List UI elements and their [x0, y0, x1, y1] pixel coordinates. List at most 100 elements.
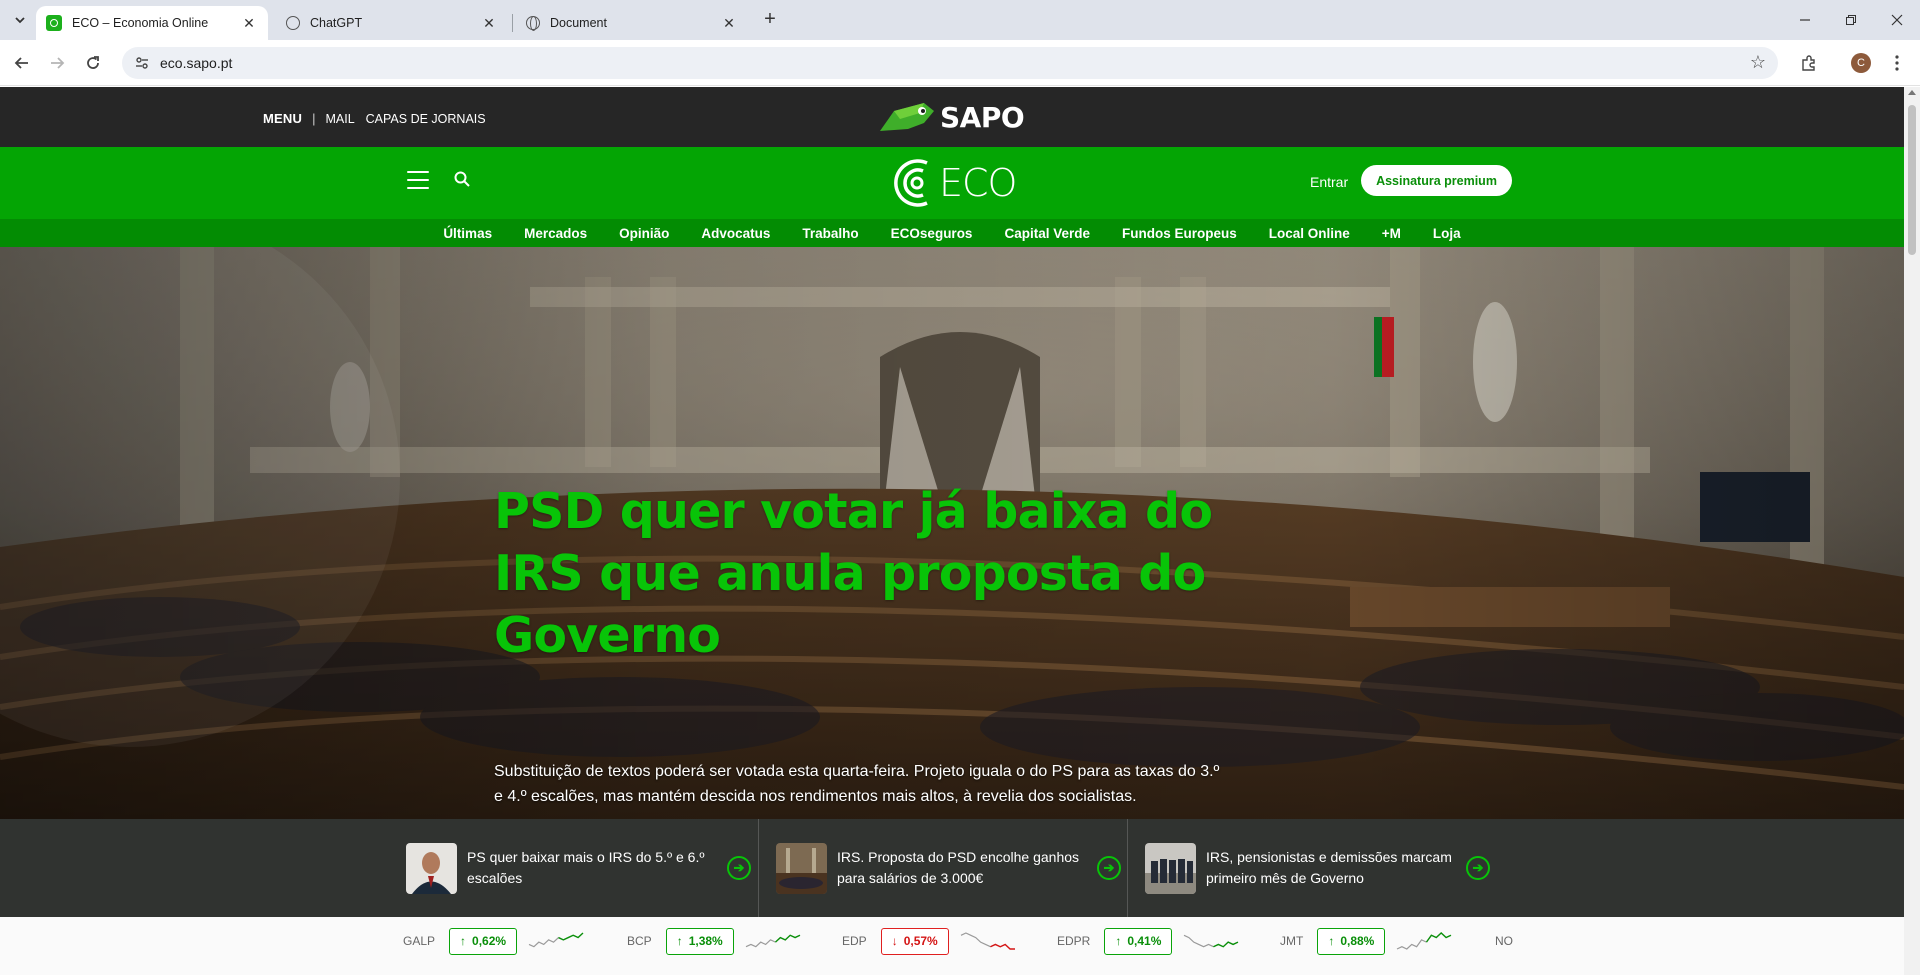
chatgpt-icon [286, 16, 300, 30]
sparkline-recent [558, 932, 584, 941]
extensions-icon[interactable] [1797, 51, 1821, 75]
more-options-icon[interactable] [1885, 51, 1909, 75]
sapo-logo-text: SAPO [940, 100, 1025, 134]
ticker-symbol: GALP [403, 934, 436, 948]
nav-capital-verde[interactable]: Capital Verde [988, 226, 1106, 241]
sparkline-recent [1213, 941, 1239, 948]
related-article-title: IRS. Proposta do PSD encolhe ganhos para… [837, 849, 1080, 886]
related-article-title: PS quer baixar mais o IRS do 5.º e 6.º e… [467, 849, 705, 886]
sparkline-recent [774, 934, 801, 943]
scrollbar-thumb[interactable] [1908, 105, 1916, 255]
nav-opiniao[interactable]: Opinião [603, 226, 685, 241]
sparkline-history [745, 939, 776, 948]
premium-subscription-button[interactable]: Assinatura premium [1361, 165, 1512, 196]
ticker-sparkline [1397, 932, 1452, 950]
eco-logo-mark-icon [894, 159, 928, 207]
sapo-menu-link[interactable]: MENU [263, 111, 302, 126]
ticker-change: 0,41% [1127, 934, 1162, 948]
close-icon[interactable]: ✕ [480, 15, 498, 32]
close-icon[interactable]: ✕ [720, 15, 738, 32]
page-scrollbar[interactable] [1904, 87, 1920, 975]
address-bar[interactable]: eco.sapo.pt ☆ [122, 47, 1778, 79]
browser-toolbar: eco.sapo.pt ☆ [0, 40, 1920, 86]
profile-avatar[interactable]: C [1851, 53, 1871, 73]
arrow-right-icon[interactable]: ➔ [727, 856, 751, 880]
eco-logo[interactable]: ECO [893, 157, 1017, 209]
related-article-card[interactable]: IRS. Proposta do PSD encolhe ganhos para… [776, 819, 1121, 917]
eco-favicon-icon [46, 15, 62, 31]
chevron-down-icon [15, 17, 25, 24]
ticker-item-jmt[interactable]: JMT ↑ 0,88% [1280, 927, 1453, 955]
arrow-up-icon: ↑ [676, 934, 683, 948]
sparkline-recent [1426, 932, 1452, 943]
scroll-up-arrow-icon[interactable] [1908, 90, 1916, 95]
nav-loja[interactable]: Loja [1417, 226, 1477, 241]
tab-title: ChatGPT [310, 16, 363, 30]
hero-headline[interactable]: PSD quer votar já baixa do IRS que anula… [494, 481, 1214, 667]
site-info-icon[interactable] [134, 55, 150, 71]
url-text: eco.sapo.pt [160, 55, 233, 71]
globe-icon [526, 16, 540, 31]
login-link[interactable]: Entrar [1310, 174, 1348, 190]
ticker-sparkline [1184, 934, 1239, 948]
ticker-item-galp[interactable]: GALP ↑ 0,62% [403, 927, 585, 955]
hero-article[interactable]: PSD quer votar já baixa do IRS que anula… [0, 247, 1904, 819]
forward-button[interactable] [44, 50, 70, 76]
ticker-item-edpr[interactable]: EDPR ↑ 0,41% [1057, 927, 1240, 955]
nav-ultimas[interactable]: Últimas [427, 226, 508, 241]
sparkline-recent [989, 943, 1015, 950]
related-article-card[interactable]: PS quer baixar mais o IRS do 5.º e 6.º e… [406, 819, 751, 917]
bookmark-star-icon[interactable]: ☆ [1750, 52, 1766, 73]
ticker-change-badge: ↑ 0,41% [1104, 927, 1173, 955]
arrow-up-icon: ↑ [1115, 934, 1122, 948]
ticker-change: 0,88% [1340, 934, 1375, 948]
arrow-right-icon[interactable]: ➔ [1097, 856, 1121, 880]
sapo-logo[interactable]: SAPO [878, 97, 1025, 137]
tab-document[interactable]: Document ✕ [516, 6, 748, 40]
tab-divider [512, 14, 513, 32]
sapo-capas-link[interactable]: CAPAS DE JORNAIS [366, 112, 486, 126]
nav-local-online[interactable]: Local Online [1253, 226, 1366, 241]
ticker-item-no[interactable]: NO [1495, 927, 1513, 955]
nav-mercados[interactable]: Mercados [508, 226, 603, 241]
close-icon[interactable]: ✕ [240, 15, 258, 32]
minimize-button[interactable] [1782, 0, 1828, 40]
ticker-item-bcp[interactable]: BCP ↑ 1,38% [627, 927, 802, 955]
sapo-mail-link[interactable]: MAIL [325, 112, 354, 126]
arrow-right-icon[interactable]: ➔ [1466, 856, 1490, 880]
nav-ecoseguros[interactable]: ECOseguros [875, 226, 989, 241]
stock-ticker: GALP ↑ 0,62% BCP ↑ 1,38% EDP ↓ 0,57% EDPR ↑… [0, 917, 1904, 975]
sparkline-history [960, 932, 991, 948]
ticker-item-edp[interactable]: EDP ↓ 0,57% [842, 927, 1017, 955]
restore-button[interactable] [1828, 0, 1874, 40]
tab-eco[interactable]: ECO – Economia Online ✕ [36, 6, 268, 40]
ticker-symbol: BCP [627, 934, 652, 948]
divider: | [312, 111, 316, 126]
tab-chatgpt[interactable]: ChatGPT ✕ [276, 6, 508, 40]
hamburger-menu-icon[interactable] [407, 171, 429, 189]
nav-mais-m[interactable]: +M [1366, 226, 1417, 241]
arrow-up-icon: ↑ [460, 934, 467, 948]
ticker-change: 0,57% [903, 934, 938, 948]
browser-tab-bar: ECO – Economia Online ✕ ChatGPT ✕ Docume… [0, 0, 1920, 40]
sapo-frog-icon [880, 103, 934, 131]
arrow-left-icon [14, 57, 28, 69]
reload-button[interactable] [80, 50, 106, 76]
nav-fundos-europeus[interactable]: Fundos Europeus [1106, 226, 1253, 241]
tab-search-button[interactable] [8, 8, 32, 32]
hero-summary: Substituição de textos poderá ser votada… [494, 763, 1220, 805]
new-tab-button[interactable]: + [758, 8, 782, 32]
eco-logo-text: ECO [939, 161, 1017, 205]
back-button[interactable] [9, 50, 35, 76]
sparkline-history [1184, 934, 1215, 948]
related-article-card[interactable]: IRS, pensionistas e demissões marcam pri… [1145, 819, 1490, 917]
ticker-change: 0,62% [472, 934, 507, 948]
section-nav: Últimas Mercados Opinião Advocatus Traba… [0, 219, 1904, 247]
article-thumbnail [1145, 842, 1196, 894]
nav-advocatus[interactable]: Advocatus [685, 226, 786, 241]
search-icon[interactable] [453, 170, 471, 188]
nav-trabalho[interactable]: Trabalho [786, 226, 874, 241]
article-thumbnail [776, 842, 827, 894]
ticker-change-badge: ↓ 0,57% [880, 927, 949, 955]
close-window-button[interactable] [1874, 0, 1920, 40]
